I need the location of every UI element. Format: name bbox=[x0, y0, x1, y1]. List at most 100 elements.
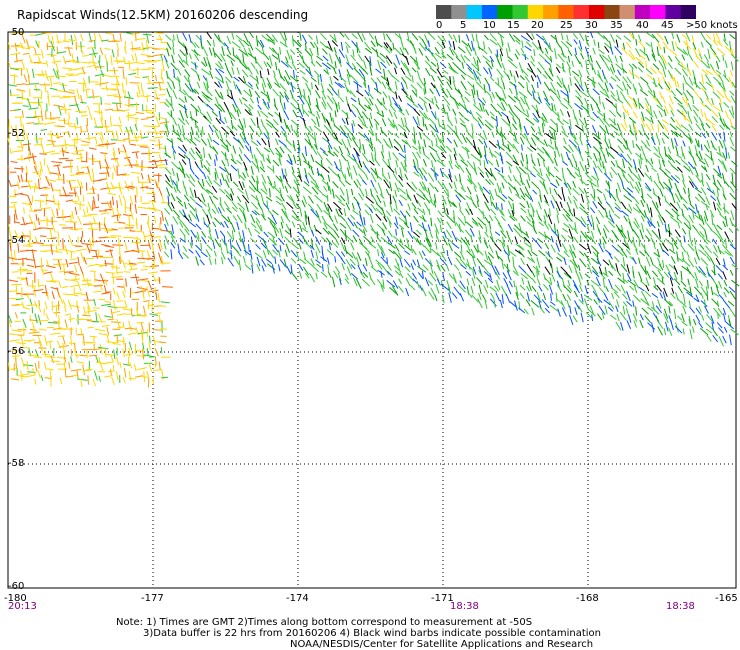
wind-barb bbox=[393, 208, 401, 216]
wind-barb bbox=[689, 238, 694, 247]
wind-barb bbox=[526, 292, 530, 302]
wind-barb bbox=[656, 277, 666, 286]
wind-barb bbox=[549, 95, 555, 102]
wind-barb bbox=[158, 361, 161, 371]
wind-barb bbox=[446, 250, 449, 257]
wind-barb bbox=[201, 68, 211, 76]
wind-barb bbox=[574, 54, 581, 65]
wind-barb bbox=[575, 216, 583, 223]
wind-barb bbox=[586, 90, 592, 99]
wind-barb bbox=[700, 32, 706, 41]
wind-barb bbox=[489, 123, 494, 129]
wind-barb bbox=[148, 160, 160, 163]
wind-barb bbox=[117, 286, 125, 288]
wind-barb bbox=[80, 172, 89, 175]
wind-barb bbox=[494, 243, 502, 252]
wind-barb bbox=[484, 250, 489, 261]
wind-barb bbox=[530, 75, 534, 82]
wind-barb bbox=[33, 286, 37, 297]
wind-barb bbox=[729, 40, 732, 51]
wind-barb bbox=[695, 153, 701, 161]
wind-barb bbox=[368, 118, 373, 128]
wind-barb bbox=[119, 361, 122, 369]
wind-barb bbox=[339, 167, 346, 179]
wind-barb bbox=[609, 146, 619, 154]
wind-barb bbox=[698, 223, 706, 231]
wind-barb bbox=[112, 273, 115, 284]
wind-barb bbox=[141, 136, 149, 139]
wind-barb bbox=[344, 124, 352, 135]
wind-barb bbox=[355, 257, 360, 266]
wind-barb bbox=[223, 220, 229, 229]
wind-barb bbox=[632, 229, 640, 239]
wind-barb bbox=[172, 117, 178, 126]
wind-barb bbox=[386, 263, 392, 271]
wind-barb bbox=[651, 33, 660, 43]
wind-barb bbox=[715, 265, 723, 273]
wind-barb bbox=[382, 97, 385, 105]
wind-barb bbox=[51, 208, 55, 218]
wind-barb bbox=[524, 76, 530, 83]
wind-barb bbox=[405, 67, 412, 77]
wind-barb bbox=[364, 55, 370, 63]
wind-barb bbox=[232, 181, 239, 188]
wind-barb bbox=[578, 243, 587, 251]
wind-barb bbox=[63, 103, 67, 114]
wind-barb bbox=[272, 70, 276, 77]
wind-barb bbox=[421, 167, 428, 175]
wind-barb bbox=[345, 259, 353, 270]
wind-barb bbox=[172, 81, 176, 89]
wind-barb bbox=[705, 98, 713, 107]
wind-barb bbox=[315, 229, 322, 235]
wind-barb bbox=[333, 146, 340, 154]
wind-barb bbox=[700, 41, 704, 48]
wind-barb bbox=[657, 77, 661, 85]
wind-barb bbox=[73, 34, 78, 42]
wind-barb bbox=[687, 102, 692, 112]
wind-barb bbox=[49, 77, 53, 88]
wind-barb bbox=[37, 314, 42, 326]
wind-barb bbox=[62, 131, 69, 134]
wind-barb bbox=[493, 299, 496, 308]
wind-barb bbox=[626, 83, 632, 90]
wind-barb bbox=[337, 89, 340, 98]
wind-barb bbox=[29, 83, 40, 85]
wind-barb bbox=[233, 256, 240, 265]
wind-barb bbox=[238, 259, 242, 271]
wind-barb bbox=[604, 46, 610, 53]
wind-barb bbox=[573, 290, 578, 298]
wind-barb bbox=[332, 88, 338, 96]
wind-barb bbox=[692, 326, 695, 333]
wind-barb bbox=[130, 276, 140, 279]
wind-barb bbox=[681, 68, 689, 77]
wind-barb bbox=[639, 89, 649, 97]
wind-barb bbox=[395, 91, 398, 100]
wind-barb bbox=[74, 264, 78, 273]
wind-barb bbox=[724, 215, 728, 227]
wind-barb bbox=[140, 172, 144, 180]
wind-barb bbox=[652, 192, 662, 200]
wind-barb bbox=[659, 292, 664, 299]
wind-barb bbox=[256, 35, 259, 47]
wind-barb bbox=[491, 131, 495, 138]
wind-barb bbox=[682, 328, 685, 335]
wind-barb bbox=[615, 34, 622, 40]
wind-barb bbox=[328, 53, 333, 64]
wind-barb bbox=[520, 152, 524, 162]
wind-barb bbox=[567, 111, 571, 118]
wind-barb bbox=[592, 67, 597, 75]
wind-barb bbox=[272, 88, 279, 97]
wind-barb bbox=[320, 173, 325, 181]
wind-barb bbox=[664, 168, 671, 174]
wind-barb bbox=[236, 159, 242, 165]
wind-barb bbox=[553, 131, 556, 140]
wind-barb bbox=[524, 166, 532, 173]
wind-barb bbox=[465, 208, 470, 215]
wind-barb bbox=[221, 257, 224, 265]
wind-barb bbox=[698, 280, 703, 287]
wind-barb bbox=[115, 130, 119, 141]
wind-barb bbox=[436, 217, 442, 224]
wind-barb bbox=[448, 292, 452, 303]
wind-barb bbox=[669, 216, 678, 223]
wind-barb bbox=[639, 102, 644, 110]
